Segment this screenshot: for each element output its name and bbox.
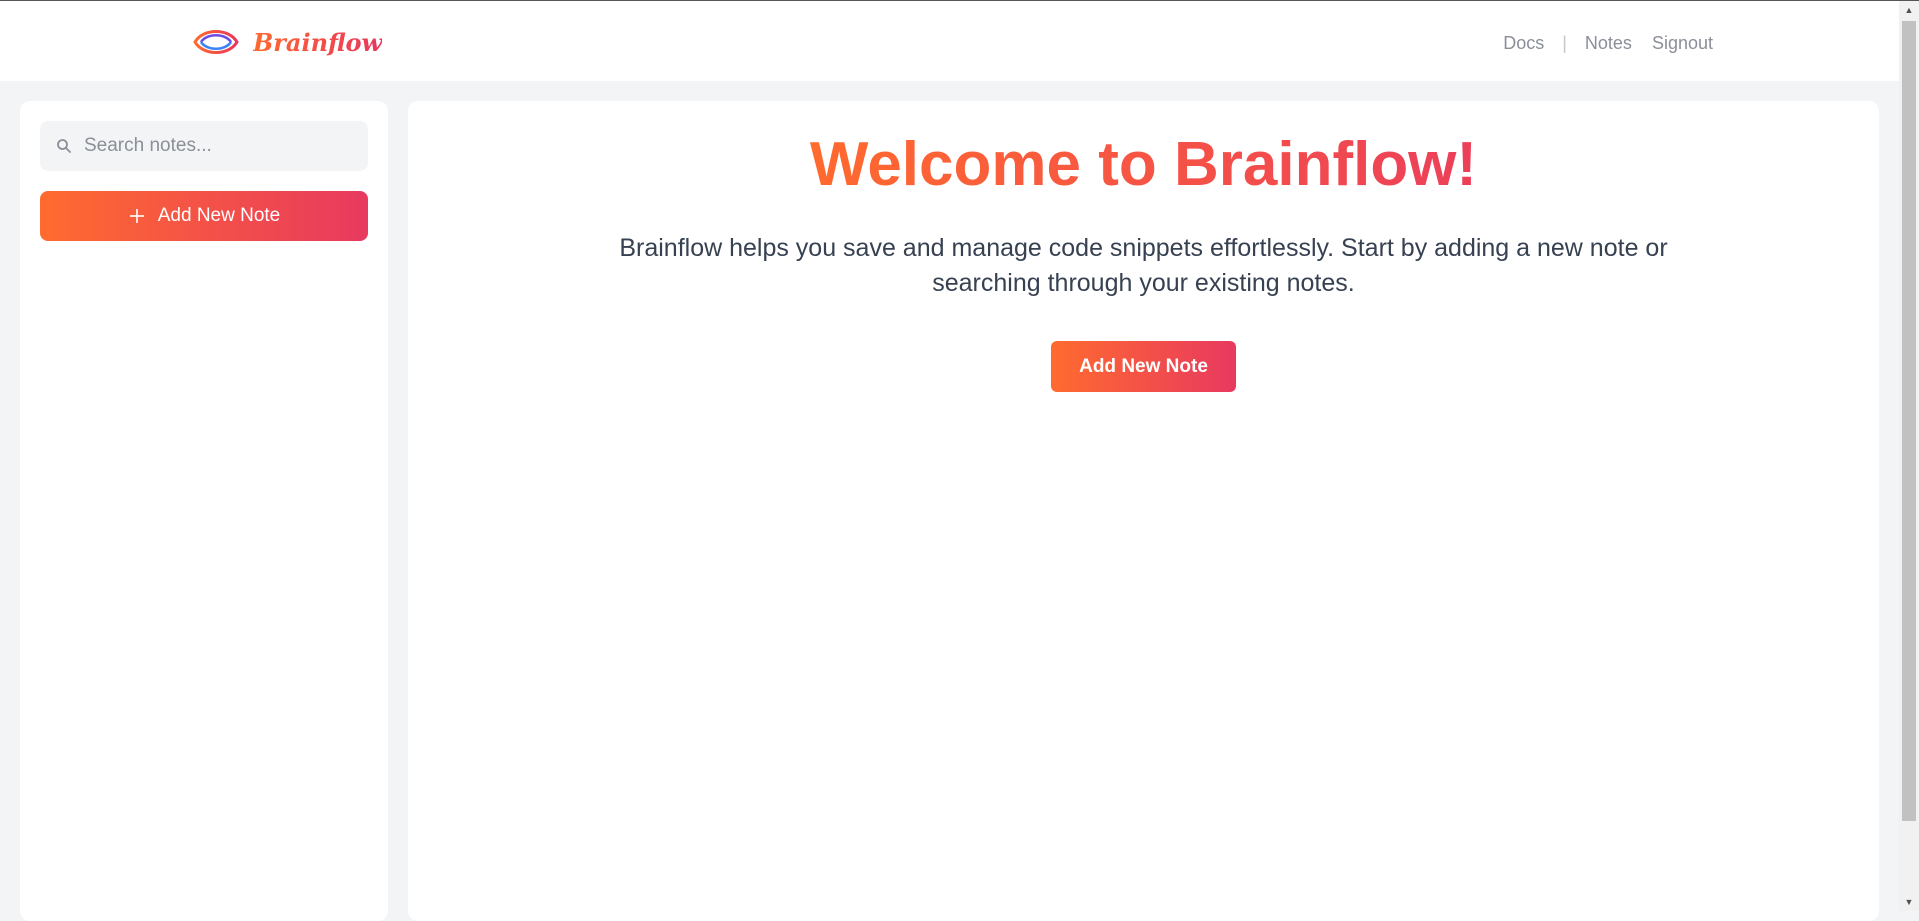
scroll-up-arrow-icon[interactable]: ▲ (1899, 1, 1919, 19)
main-panel: Welcome to Brainflow! Brainflow helps yo… (408, 101, 1879, 921)
welcome-title-text: Welcome to Brainflow! (809, 130, 1478, 199)
nav-link-docs[interactable]: Docs (1503, 33, 1544, 54)
brainflow-logo-icon (193, 30, 239, 54)
brand-name: Brainflow (253, 27, 383, 57)
vertical-scrollbar[interactable]: ▲ ▼ (1899, 1, 1919, 911)
welcome-title: Welcome to Brainflow! (408, 129, 1879, 201)
sidebar-add-note-label: Add New Note (157, 205, 281, 226)
main-add-note-button[interactable]: Add New Note (1051, 341, 1236, 392)
nav-separator: | (1562, 32, 1567, 53)
top-nav: Docs | Notes Signout (1503, 31, 1713, 55)
scroll-down-arrow-icon[interactable]: ▼ (1899, 893, 1919, 911)
search-icon (57, 139, 71, 153)
search-input[interactable] (82, 134, 362, 158)
nav-link-signout[interactable]: Signout (1652, 33, 1713, 54)
notes-sidebar: Add New Note (20, 101, 388, 921)
search-box[interactable] (40, 121, 368, 171)
brand-logo[interactable]: Brainflow (193, 23, 382, 61)
plus-icon (129, 209, 144, 223)
nav-link-notes[interactable]: Notes (1585, 33, 1632, 54)
sidebar-add-note-button[interactable]: Add New Note (40, 191, 368, 241)
welcome-description: Brainflow helps you save and manage code… (619, 234, 1668, 297)
scrollbar-thumb[interactable] (1902, 21, 1916, 821)
top-header: Brainflow Docs | Notes Signout (0, 1, 1899, 81)
